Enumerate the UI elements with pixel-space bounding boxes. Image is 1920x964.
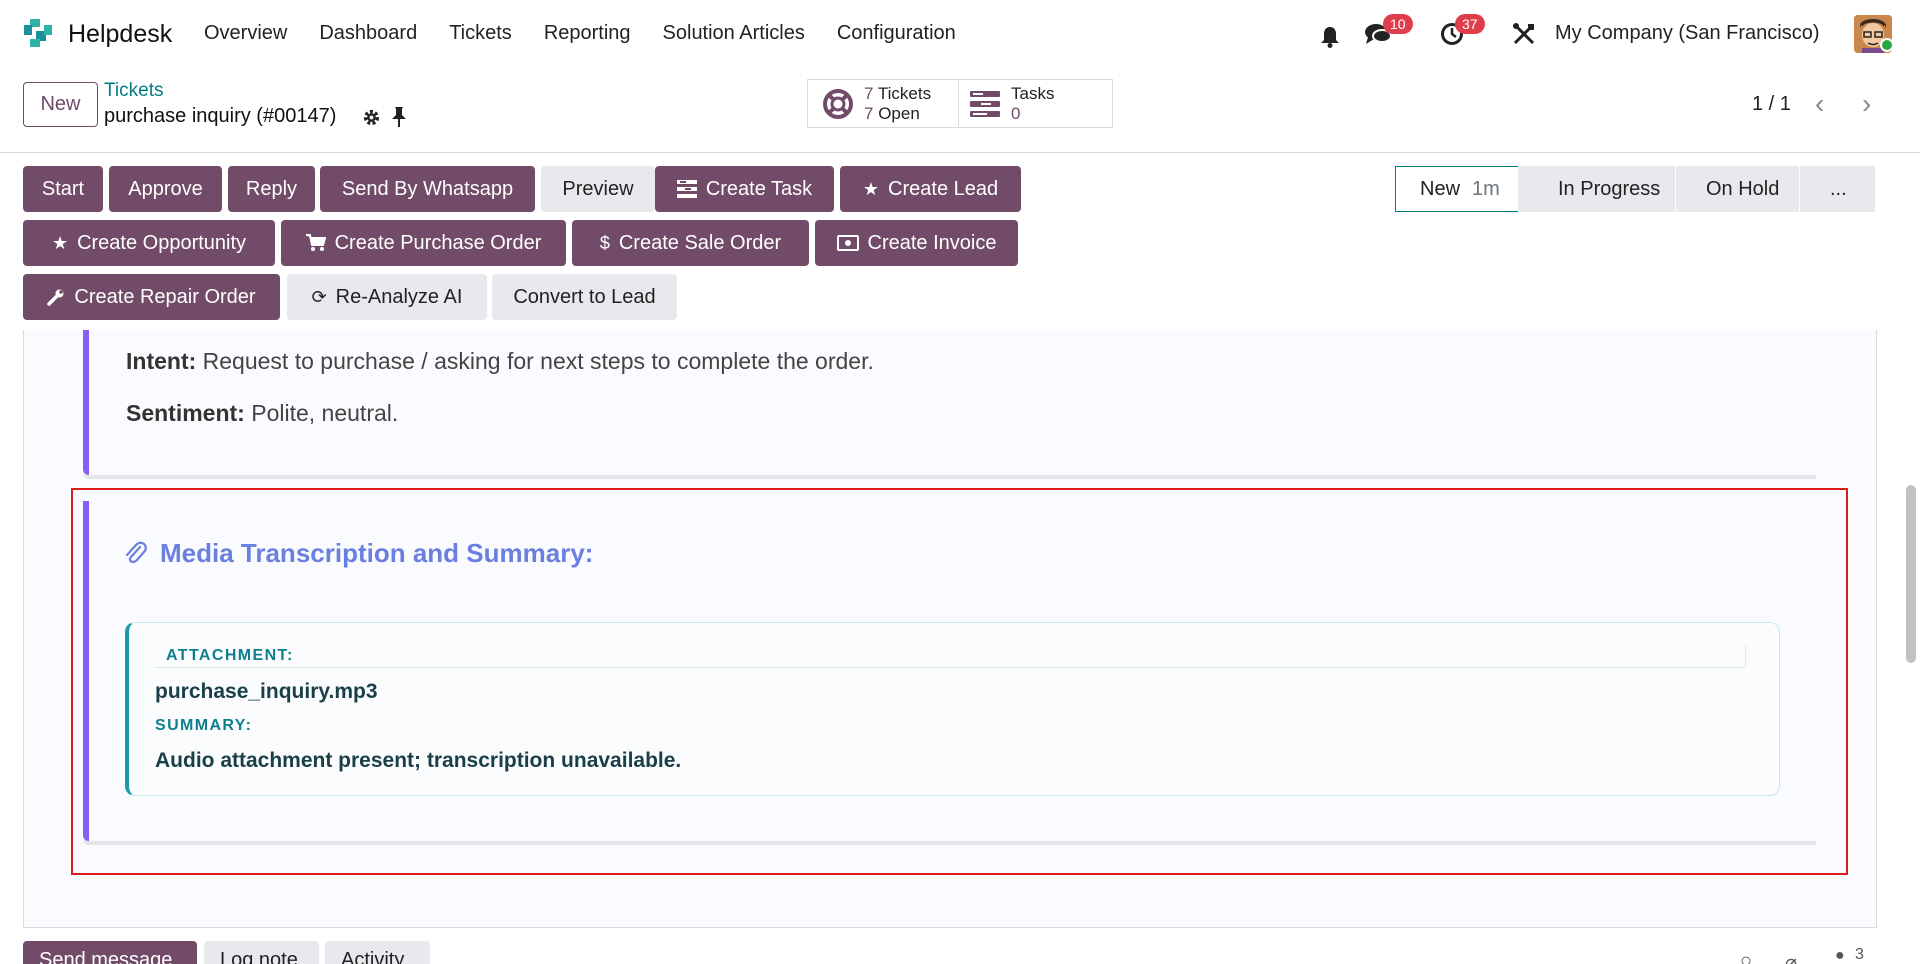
start-label: Start: [41, 177, 85, 200]
lifebuoy-icon: [823, 88, 853, 119]
tasks-icon: [676, 180, 697, 198]
intent-value: Request to purchase / asking for next st…: [202, 348, 874, 374]
start-button[interactable]: Start: [23, 166, 103, 212]
search-icon[interactable]: ○: [1740, 950, 1752, 964]
highlight-frame: [71, 488, 1848, 875]
helpdesk-logo-icon[interactable]: [22, 17, 54, 49]
messages-badge: 10: [1383, 14, 1413, 34]
stage-new-label: New: [1420, 177, 1461, 200]
create-task-label: Create Task: [705, 177, 813, 200]
activities-badge: 37: [1455, 14, 1485, 34]
stage-more[interactable]: ...: [1799, 166, 1875, 212]
wrench-icon: [47, 289, 64, 306]
stage-statusbar: New 1m In Progress On Hold ...: [1395, 166, 1875, 212]
sentiment-line: Sentiment: Polite, neutral.: [126, 400, 398, 427]
log-note-label: Log note: [220, 949, 298, 964]
breadcrumb-tickets-link[interactable]: Tickets: [104, 80, 163, 102]
reanalyze-ai-button[interactable]: ⟳ Re-Analyze AI: [287, 274, 487, 320]
online-status-dot: [1880, 38, 1894, 52]
create-lead-button[interactable]: ★ Create Lead: [840, 166, 1021, 212]
open-count: 7: [864, 103, 874, 123]
create-purchase-order-button[interactable]: Create Purchase Order: [281, 220, 566, 266]
preview-button[interactable]: Preview: [541, 166, 655, 212]
convert-to-lead-label: Convert to Lead: [513, 285, 656, 308]
tickets-label: Tickets: [877, 83, 932, 103]
create-sale-order-button[interactable]: $ Create Sale Order: [572, 220, 809, 266]
create-purchase-order-label: Create Purchase Order: [334, 231, 542, 254]
activity-label: Activity: [341, 949, 405, 964]
menu-solution-articles[interactable]: Solution Articles: [663, 22, 805, 45]
menu-reporting[interactable]: Reporting: [544, 22, 631, 45]
stage-more-label: ...: [1830, 177, 1847, 200]
stage-new[interactable]: New 1m: [1395, 166, 1538, 212]
top-navbar: Helpdesk Overview Dashboard Tickets Repo…: [0, 0, 1920, 68]
create-sale-order-label: Create Sale Order: [618, 231, 782, 254]
activity-button[interactable]: Activity: [325, 941, 430, 964]
pager-value[interactable]: 1 / 1: [1752, 93, 1791, 116]
create-opportunity-label: Create Opportunity: [77, 231, 247, 254]
convert-to-lead-button[interactable]: Convert to Lead: [492, 274, 677, 320]
open-label: Open: [878, 103, 920, 123]
send-message-label: Send message: [39, 949, 173, 964]
send-by-whatsapp-label: Send By Whatsapp: [341, 177, 514, 200]
refresh-icon: ⟳: [311, 286, 327, 307]
money-bill-icon: [836, 235, 859, 251]
stage-in-progress-label: In Progress: [1558, 177, 1661, 200]
sentiment-label: Sentiment:: [126, 400, 245, 426]
create-repair-order-button[interactable]: Create Repair Order: [23, 274, 280, 320]
send-message-button[interactable]: Send message: [23, 941, 197, 964]
menu-tickets[interactable]: Tickets: [449, 22, 512, 45]
tickets-count: 7: [864, 83, 874, 103]
intent-line: Intent: Request to purchase / asking for…: [126, 348, 874, 375]
stage-on-hold[interactable]: On Hold: [1675, 166, 1799, 212]
create-opportunity-button[interactable]: ★ Create Opportunity: [23, 220, 275, 266]
pager-next-icon[interactable]: ›: [1862, 88, 1871, 120]
stage-duration: 1m: [1472, 177, 1500, 200]
main-menu: Overview Dashboard Tickets Reporting Sol…: [204, 22, 956, 45]
pager-previous-icon[interactable]: ‹: [1815, 88, 1824, 120]
tickets-smart-button[interactable]: 7 Tickets 7 Open: [807, 79, 959, 128]
tasks-label: Tasks: [1011, 83, 1055, 103]
create-task-button[interactable]: Create Task: [655, 166, 834, 212]
tasks-list-icon: [970, 90, 1000, 117]
app-name[interactable]: Helpdesk: [68, 20, 172, 49]
star-icon: ★: [862, 178, 880, 199]
followers-count: 3: [1855, 946, 1864, 963]
tasks-count: 0: [1011, 103, 1021, 123]
create-invoice-button[interactable]: Create Invoice: [815, 220, 1018, 266]
approve-button[interactable]: Approve: [109, 166, 222, 212]
reanalyze-ai-label: Re-Analyze AI: [335, 285, 463, 308]
star-icon: ★: [51, 232, 69, 253]
stage-in-progress[interactable]: In Progress: [1518, 166, 1675, 212]
dollar-icon: $: [599, 232, 610, 253]
new-record-button[interactable]: New: [23, 82, 98, 127]
approve-label: Approve: [128, 177, 203, 200]
pin-icon[interactable]: [391, 106, 407, 128]
scrollbar-thumb[interactable]: [1906, 485, 1916, 663]
record-title: purchase inquiry (#00147): [104, 105, 337, 127]
control-panel: New Tickets purchase inquiry (#00147) 7 …: [0, 68, 1920, 153]
sentiment-value: Polite, neutral.: [251, 400, 399, 426]
preview-label: Preview: [562, 177, 634, 200]
gear-icon[interactable]: [362, 108, 381, 127]
stage-on-hold-label: On Hold: [1706, 177, 1780, 200]
reply-label: Reply: [245, 177, 298, 200]
log-note-button[interactable]: Log note: [204, 941, 319, 964]
tasks-smart-button[interactable]: Tasks 0: [958, 79, 1113, 128]
reply-button[interactable]: Reply: [228, 166, 315, 212]
create-lead-label: Create Lead: [888, 177, 999, 200]
attachment-icon[interactable]: ⌀: [1785, 950, 1797, 964]
followers-icon[interactable]: ●: [1835, 947, 1845, 964]
create-repair-order-label: Create Repair Order: [74, 285, 256, 308]
debug-tools-icon[interactable]: [1512, 22, 1536, 46]
menu-dashboard[interactable]: Dashboard: [319, 22, 417, 45]
bell-icon[interactable]: [1320, 26, 1340, 48]
menu-configuration[interactable]: Configuration: [837, 22, 956, 45]
send-by-whatsapp-button[interactable]: Send By Whatsapp: [320, 166, 535, 212]
company-switcher[interactable]: My Company (San Francisco): [1555, 22, 1820, 45]
create-invoice-label: Create Invoice: [867, 231, 997, 254]
menu-overview[interactable]: Overview: [204, 22, 287, 45]
intent-label: Intent:: [126, 348, 197, 374]
cart-icon: [305, 234, 326, 251]
